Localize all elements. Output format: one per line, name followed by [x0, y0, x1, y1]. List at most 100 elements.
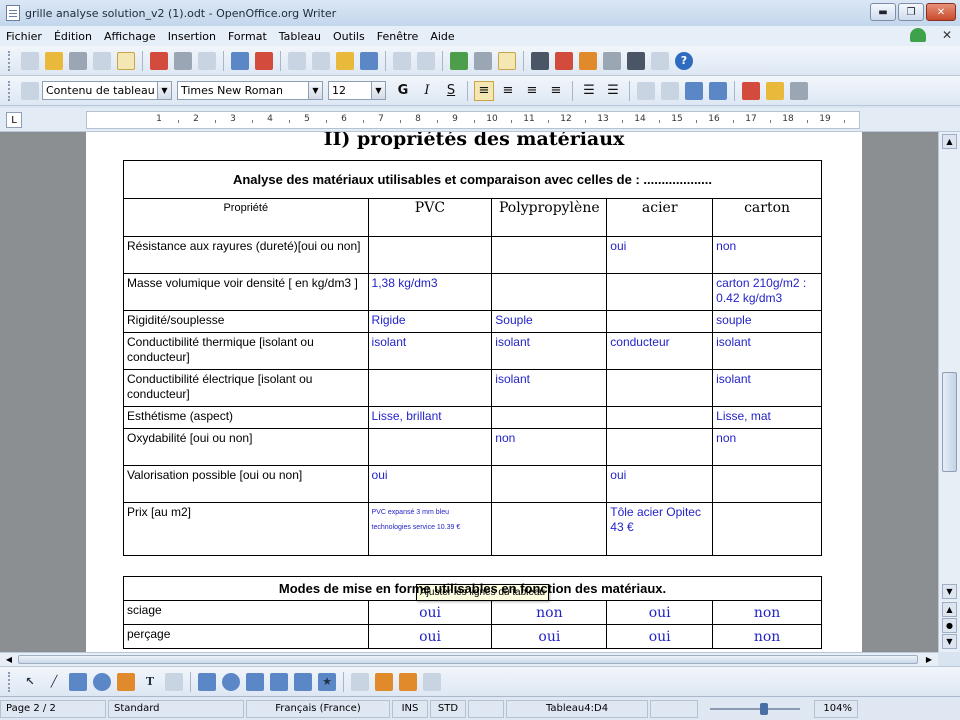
- paragraph-style-select[interactable]: Contenu de tableau ▼: [42, 81, 172, 100]
- zoom-slider-knob[interactable]: [760, 702, 768, 715]
- toolbar-grip[interactable]: [8, 80, 12, 101]
- open-icon[interactable]: [45, 51, 63, 70]
- table-cell[interactable]: Rigidité/souplesse: [123, 310, 369, 333]
- document-page[interactable]: II) propriétés des matériaux Analyse des…: [86, 132, 862, 652]
- table-cell[interactable]: [491, 465, 608, 503]
- table-cell[interactable]: Masse volumique voir densité [ en kg/dm3…: [123, 273, 369, 311]
- zoom-icon[interactable]: [651, 51, 669, 70]
- table-cell[interactable]: [491, 273, 608, 311]
- export-pdf-icon[interactable]: [150, 51, 168, 70]
- table-cell[interactable]: sciage: [123, 600, 369, 625]
- callouts-icon[interactable]: [294, 672, 312, 691]
- justify-icon[interactable]: ≡: [546, 81, 566, 101]
- chevron-down-icon[interactable]: ▼: [371, 82, 385, 99]
- table-cell[interactable]: Souple: [491, 310, 608, 333]
- table-cell[interactable]: [491, 406, 608, 429]
- table-cell[interactable]: non: [491, 600, 608, 625]
- close-button[interactable]: ✕: [926, 3, 956, 21]
- table-cell[interactable]: oui: [606, 600, 714, 625]
- table-cell[interactable]: non: [712, 428, 822, 466]
- rectangle-icon[interactable]: [69, 672, 87, 691]
- decrease-indent-icon[interactable]: [685, 81, 703, 100]
- view-layout-buttons[interactable]: [650, 699, 698, 718]
- text-icon[interactable]: T: [141, 673, 159, 691]
- help-icon[interactable]: ?: [675, 51, 693, 70]
- page-indicator[interactable]: Page 2 / 2: [0, 699, 106, 718]
- horizontal-scroll-thumb[interactable]: [18, 655, 918, 664]
- menu-fichier[interactable]: Fichier: [6, 30, 42, 43]
- table-cell[interactable]: isolant: [491, 369, 608, 407]
- table-cell[interactable]: 1,38 kg/dm3: [367, 273, 493, 311]
- table-cell[interactable]: [606, 406, 714, 429]
- increase-indent-icon[interactable]: [709, 81, 727, 100]
- show-draw-functions-icon[interactable]: [498, 51, 516, 70]
- table-title-cell[interactable]: Analyse des matériaux utilisables et com…: [123, 160, 822, 199]
- fontwork-icon[interactable]: [375, 672, 393, 691]
- table-cell[interactable]: [367, 428, 493, 466]
- hyperlink-icon[interactable]: [450, 51, 468, 70]
- table-cell[interactable]: oui: [606, 465, 714, 503]
- table-cell[interactable]: oui: [367, 624, 493, 649]
- nonprinting-characters-icon[interactable]: [627, 51, 645, 70]
- block-arrows-icon[interactable]: [246, 672, 264, 691]
- flowchart-icon[interactable]: [270, 672, 288, 691]
- table-cell[interactable]: carton 210g/m2 : 0.42 kg/dm3: [712, 273, 822, 311]
- table-cell[interactable]: Esthétisme (aspect): [123, 406, 369, 429]
- table-cell[interactable]: non: [491, 428, 608, 466]
- maximize-button[interactable]: ❐: [898, 3, 924, 21]
- align-top-icon[interactable]: ☰: [579, 81, 599, 101]
- table-cell[interactable]: non: [712, 624, 822, 649]
- table-cell[interactable]: non: [712, 236, 822, 274]
- scroll-left-icon[interactable]: ◀: [2, 653, 16, 666]
- insert-mode[interactable]: INS: [392, 699, 428, 718]
- language[interactable]: Français (France): [246, 699, 390, 718]
- toolbar-grip[interactable]: [8, 50, 12, 71]
- styles-formatting-icon[interactable]: [21, 81, 39, 100]
- table-header-cell[interactable]: carton: [712, 198, 822, 237]
- scroll-right-icon[interactable]: ▶: [922, 653, 936, 666]
- redo-icon[interactable]: [417, 51, 435, 70]
- table-cell[interactable]: Lisse, brillant: [367, 406, 493, 429]
- chevron-down-icon[interactable]: ▼: [157, 82, 171, 99]
- table-cell[interactable]: [367, 236, 493, 274]
- font-name-select[interactable]: Times New Roman ▼: [177, 81, 323, 100]
- email-icon[interactable]: [93, 51, 111, 70]
- table-cell[interactable]: oui: [367, 465, 493, 503]
- table-cell[interactable]: [606, 369, 714, 407]
- menu-insertion[interactable]: Insertion: [168, 30, 216, 43]
- table-cell[interactable]: Lisse, mat: [712, 406, 822, 429]
- table-cell[interactable]: isolant: [712, 369, 822, 407]
- print-preview-icon[interactable]: [198, 51, 216, 70]
- table-cell[interactable]: oui: [367, 600, 493, 625]
- update-icon[interactable]: [909, 28, 926, 42]
- freeform-icon[interactable]: [117, 672, 135, 691]
- edit-file-icon[interactable]: [117, 51, 135, 70]
- scroll-down-icon[interactable]: ▼: [942, 584, 957, 599]
- table-cell[interactable]: isolant: [367, 332, 493, 370]
- table-cell[interactable]: [606, 273, 714, 311]
- tab-stop-selector[interactable]: L: [6, 112, 22, 128]
- menu-affichage[interactable]: Affichage: [104, 30, 156, 43]
- gallery-icon[interactable]: [579, 51, 597, 70]
- align-middle-icon[interactable]: ☰: [603, 81, 623, 101]
- spellcheck-icon[interactable]: [231, 51, 249, 70]
- navigator-icon[interactable]: [555, 51, 573, 70]
- forming-modes-table[interactable]: Modes de mise en forme utilisables en fo…: [123, 576, 822, 649]
- table-cell[interactable]: isolant: [712, 332, 822, 370]
- table-cell[interactable]: oui: [606, 236, 714, 274]
- new-document-icon[interactable]: [21, 51, 39, 70]
- table-header-cell[interactable]: Propriété: [123, 198, 369, 237]
- table-cell[interactable]: [367, 369, 493, 407]
- font-size-select[interactable]: 12 ▼: [328, 81, 386, 100]
- table-cell[interactable]: perçage: [123, 624, 369, 649]
- table-cell[interactable]: Résistance aux rayures (dureté)[oui ou n…: [123, 236, 369, 274]
- table-cell[interactable]: [606, 428, 714, 466]
- underline-button[interactable]: S: [441, 81, 461, 101]
- numbering-icon[interactable]: [637, 81, 655, 100]
- print-icon[interactable]: [174, 51, 192, 70]
- table-cell[interactable]: [712, 465, 822, 503]
- find-replace-icon[interactable]: [531, 51, 549, 70]
- background-color-icon[interactable]: [790, 81, 808, 100]
- bullets-icon[interactable]: [661, 81, 679, 100]
- table-cell[interactable]: Rigide: [367, 310, 493, 333]
